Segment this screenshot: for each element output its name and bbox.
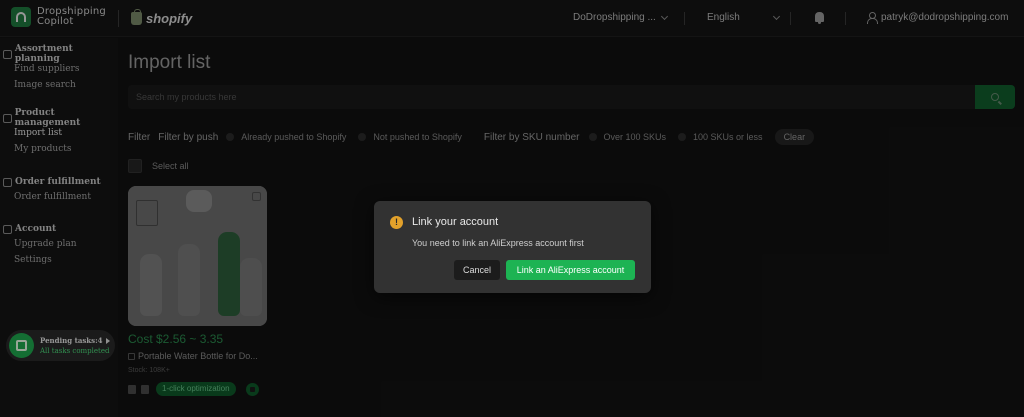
search-input[interactable]: [136, 90, 956, 104]
product-stock: Stock: 108K+: [128, 367, 170, 374]
brand-divider: [118, 10, 119, 27]
language-select-value: English: [707, 12, 740, 23]
pending-text: Pending tasks:4 All tasks completed: [40, 335, 110, 357]
filter-by-push-label: Filter by push: [158, 131, 219, 143]
page-title: Import list: [128, 52, 211, 73]
product-checkbox[interactable]: [128, 352, 135, 360]
bottle-shape: [240, 258, 262, 316]
search-icon: [991, 93, 999, 101]
sidebar-item-upgrade-plan[interactable]: Upgrade plan: [0, 236, 77, 252]
sidebar-item-my-products[interactable]: My products: [0, 141, 118, 157]
radio-not-pushed-label[interactable]: Not pushed to Shopify: [373, 132, 462, 142]
feature-badges: [136, 200, 158, 226]
one-click-optimization-button[interactable]: 1-click optimization: [156, 382, 236, 396]
user-email: patryk@dodropshipping.com: [881, 12, 1009, 23]
sidebar-item-image-search[interactable]: Image search: [0, 77, 118, 93]
nav-group-assortment: Assortment planning Find suppliers Image…: [0, 44, 118, 93]
link-account-modal: ! Link your account You need to link an …: [374, 201, 651, 293]
select-all[interactable]: Select all: [128, 159, 189, 173]
store-select-value: DoDropshipping ...: [573, 12, 656, 23]
nav-head-account[interactable]: Account: [0, 222, 77, 236]
product-name[interactable]: Portable Water Bottle for Do...: [128, 351, 258, 361]
pending-tasks-widget[interactable]: Pending tasks:4 All tasks completed: [6, 330, 115, 361]
product-card-image[interactable]: [128, 186, 267, 326]
pending-status: All tasks completed: [40, 346, 110, 355]
filter-label: Filter: [128, 131, 151, 143]
nav-head-label: Account: [15, 224, 57, 234]
filters-row: Filter Filter by push Already pushed to …: [128, 129, 815, 145]
cancel-button[interactable]: Cancel: [454, 260, 500, 280]
nav-group-account: Account Upgrade plan Settings: [0, 222, 77, 268]
nav-head-assortment[interactable]: Assortment planning: [0, 44, 118, 64]
tasks-icon: [9, 333, 34, 358]
chevron-down-icon: [660, 12, 668, 20]
product-actions: 1-click optimization: [128, 382, 259, 396]
truck-icon: [3, 177, 12, 187]
filter-by-sku-label: Filter by SKU number: [483, 131, 580, 143]
bottle-shape: [140, 254, 162, 316]
pending-title: Pending tasks:4: [40, 335, 110, 346]
nav-group-order: Order fulfillment Order fulfillment: [0, 175, 101, 205]
header-divider: [684, 12, 685, 25]
bottle-shape: [218, 232, 240, 316]
radio-pushed-label[interactable]: Already pushed to Shopify: [241, 132, 346, 142]
radio-100-or-less-label[interactable]: 100 SKUs or less: [693, 132, 763, 142]
store-select[interactable]: DoDropshipping ...: [573, 12, 668, 23]
sidebar: Assortment planning Find suppliers Image…: [0, 38, 118, 417]
radio-pushed[interactable]: [226, 133, 235, 141]
link-aliexpress-button[interactable]: Link an AliExpress account: [506, 260, 635, 280]
chevron-down-icon: [772, 12, 780, 20]
select-all-label: Select all: [152, 161, 189, 171]
trash-icon[interactable]: [128, 384, 136, 394]
edit-icon[interactable]: [141, 384, 149, 394]
shopify-wordmark: shopify: [146, 11, 193, 26]
modal-message: You need to link an AliExpress account f…: [412, 238, 584, 248]
language-select[interactable]: English: [707, 12, 780, 23]
nav-head-product[interactable]: Product management: [0, 108, 118, 128]
radio-over-100-skus[interactable]: [588, 133, 597, 141]
clear-filters-button[interactable]: Clear: [774, 129, 815, 145]
warning-icon: !: [390, 216, 403, 229]
radio-not-pushed[interactable]: [358, 133, 367, 141]
product-name-text: Portable Water Bottle for Do...: [138, 351, 258, 361]
gear-icon: [3, 224, 12, 234]
brand[interactable]: Dropshipping Copilot: [11, 7, 106, 27]
user-icon: [867, 12, 878, 24]
product-dog-photo: [186, 190, 212, 212]
nav-head-order[interactable]: Order fulfillment: [0, 175, 101, 189]
copilot-logo-icon: [11, 7, 31, 27]
brand-name: Dropshipping Copilot: [37, 7, 106, 27]
nav-head-label: Order fulfillment: [15, 177, 101, 187]
push-icon[interactable]: [245, 382, 259, 396]
header-divider: [845, 12, 846, 25]
top-bar: Dropshipping Copilot shopify DoDropshipp…: [0, 0, 1024, 37]
app-root: Dropshipping Copilot shopify DoDropshipp…: [0, 0, 1024, 417]
caret-right-icon: [105, 337, 110, 344]
header-divider: [790, 12, 791, 25]
sidebar-item-order-fulfillment[interactable]: Order fulfillment: [0, 189, 101, 205]
bell-icon[interactable]: [815, 12, 824, 24]
search-bar: [128, 85, 1015, 109]
shopify-logo: shopify: [131, 9, 193, 26]
brand-line2: Copilot: [37, 16, 74, 27]
bottle-shape: [178, 244, 200, 316]
box-icon: [3, 113, 12, 123]
select-all-checkbox[interactable]: [128, 159, 142, 173]
sidebar-item-settings[interactable]: Settings: [0, 252, 77, 268]
product-cost: Cost $2.56 ~ 3.35: [128, 332, 224, 346]
modal-title: Link your account: [412, 216, 499, 228]
nav-group-product: Product management Import list My produc…: [0, 108, 118, 157]
search-button[interactable]: [975, 85, 1015, 109]
grid-icon: [3, 49, 12, 59]
shopify-bag-icon: [131, 9, 142, 25]
pending-title-text: Pending tasks:4: [40, 335, 103, 345]
user-menu[interactable]: patryk@dodropshipping.com: [867, 12, 1009, 24]
radio-100-or-less[interactable]: [678, 133, 687, 141]
radio-over-100-label[interactable]: Over 100 SKUs: [604, 132, 667, 142]
product-checkbox[interactable]: [252, 192, 261, 201]
